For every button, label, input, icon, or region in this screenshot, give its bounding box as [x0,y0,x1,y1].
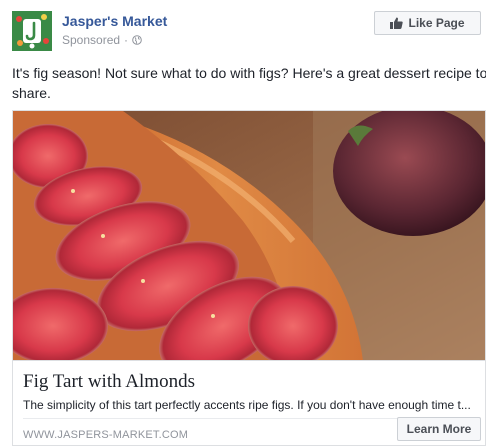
sponsored-text[interactable]: Sponsored [62,33,120,47]
fig-tart-photo [13,111,485,360]
sponsored-label: Sponsored · [62,33,142,47]
post-header: Jasper's Market Sponsored · Like Page [12,11,481,51]
page-avatar[interactable] [12,11,52,51]
like-page-label: Like Page [408,16,465,30]
post-message: It's fig season! Not sure what to do wit… [12,65,486,101]
link-description: The simplicity of this tart perfectly ac… [23,398,471,412]
learn-more-button[interactable]: Learn More [397,417,481,441]
link-domain: WWW.JASPERS-MARKET.COM [23,429,189,441]
separator-dot: · [124,33,129,47]
post-image[interactable] [12,110,486,360]
jaspers-market-logo-icon [12,11,52,51]
link-title[interactable]: Fig Tart with Almonds [23,371,195,393]
link-preview-card[interactable]: Fig Tart with Almonds The simplicity of … [12,360,486,446]
like-page-button[interactable]: Like Page [374,11,481,35]
thumbs-up-icon [390,17,404,29]
page-name-link[interactable]: Jasper's Market [62,13,167,29]
globe-icon[interactable] [132,35,142,45]
